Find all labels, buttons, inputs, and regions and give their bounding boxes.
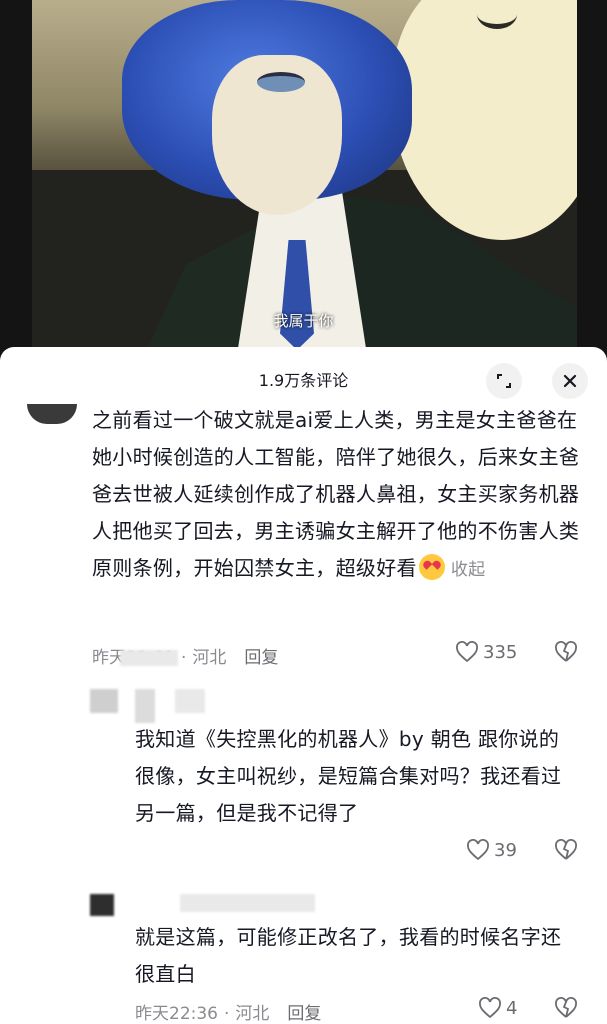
comment-body: 之前看过一个破文就是ai爱上人类，男主是女主爸爸在她小时候创造的人工智能，陪伴了… (92, 408, 580, 580)
comment-text: 之前看过一个破文就是ai爱上人类，男主是女主爸爸在她小时候创造的人工智能，陪伴了… (92, 402, 587, 589)
video-frame (32, 0, 577, 350)
comment-meta: 昨天22:36 · 河北 回复 (135, 999, 321, 1024)
heart-icon (456, 641, 478, 663)
dislike-button[interactable] (554, 641, 578, 667)
reply-text: 我知道《失控黑化的机器人》by 朝色 跟你说的很像，女主叫祝纱，是短篇合集对吗？… (135, 727, 562, 825)
blurred-overlay (175, 689, 205, 713)
broken-heart-icon (555, 997, 577, 1018)
meta-separator: · (181, 648, 187, 668)
reply-button[interactable]: 回复 (244, 648, 278, 668)
broken-heart-icon (555, 839, 577, 860)
heart-eyes-emoji (418, 554, 445, 580)
heart-icon (479, 997, 501, 1019)
expand-button[interactable] (486, 363, 522, 399)
comments-header: 1.9万条评论 (0, 347, 607, 409)
blurred-overlay (120, 650, 178, 666)
video-subtitle: 我属于你 (273, 312, 334, 330)
expand-icon (497, 374, 511, 388)
reply-avatar[interactable] (90, 894, 114, 916)
like-button[interactable]: 4 (478, 997, 517, 1019)
comment-time: 昨天22:36 (135, 1004, 218, 1024)
dislike-button[interactable] (554, 997, 578, 1023)
close-icon (563, 374, 577, 388)
reply-avatar[interactable] (90, 689, 118, 713)
comment-location: 河北 (192, 648, 227, 668)
comment-location: 河北 (235, 1004, 270, 1024)
close-button[interactable] (552, 363, 588, 399)
meta-separator: · (224, 1004, 230, 1024)
character-eye (257, 72, 305, 92)
collapse-link[interactable]: 收起 (451, 560, 486, 580)
like-button[interactable]: 335 (455, 641, 517, 663)
blurred-overlay (135, 689, 155, 723)
reply-text: 就是这篇，可能修正改名了，我看的时候名字还很直白 (135, 925, 562, 986)
avatar[interactable] (27, 404, 77, 424)
like-count: 39 (494, 839, 517, 861)
broken-heart-icon (555, 641, 577, 662)
background-character-eye (477, 0, 517, 29)
dislike-button[interactable] (554, 839, 578, 865)
video-player[interactable]: 我属于你 (0, 0, 607, 370)
like-count: 335 (483, 641, 518, 663)
like-button[interactable]: 39 (466, 839, 517, 861)
like-count: 4 (506, 997, 518, 1019)
reply-button[interactable]: 回复 (287, 1004, 321, 1024)
blurred-overlay (180, 894, 315, 912)
heart-icon (467, 839, 489, 861)
comments-sheet: 1.9万条评论 之前看过一个破文就是ai爱上人类，男主是女主爸爸在她小时候创造的… (0, 347, 607, 1024)
